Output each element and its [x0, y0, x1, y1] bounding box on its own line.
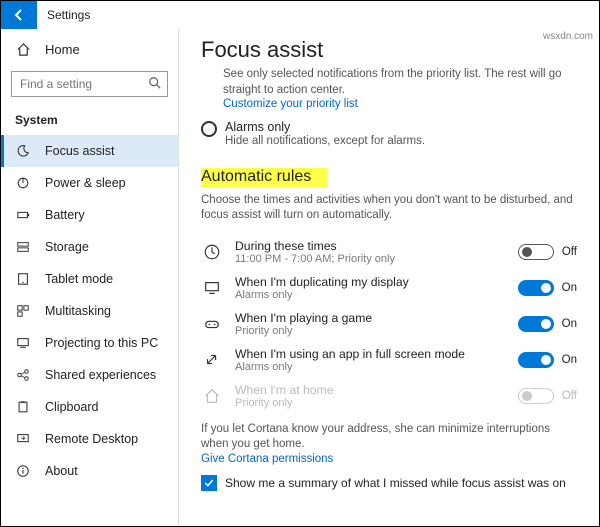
alarms-only-option[interactable]: Alarms only Hide all notifications, exce…: [201, 120, 577, 150]
alarms-only-label: Alarms only: [225, 120, 425, 134]
rule-title: When I'm duplicating my display: [235, 275, 506, 289]
sidebar-item-label: Clipboard: [45, 400, 99, 414]
gamepad-icon: [201, 315, 223, 333]
rule-duplicating-display[interactable]: When I'm duplicating my displayAlarms on…: [201, 270, 577, 306]
sidebar-item-power-sleep[interactable]: Power & sleep: [1, 167, 178, 199]
rule-fullscreen-app[interactable]: When I'm using an app in full screen mod…: [201, 342, 577, 378]
cortana-permissions-link[interactable]: Give Cortana permissions: [201, 453, 577, 465]
rule-sub: Alarms only: [235, 361, 506, 373]
check-icon: [203, 477, 215, 489]
sidebar-home-label: Home: [45, 42, 80, 57]
rule-title: When I'm at home: [235, 383, 506, 397]
automatic-rules-desc: Choose the times and activities when you…: [201, 193, 577, 224]
watermark: wsxdn.com: [543, 31, 593, 42]
rule-at-home: When I'm at homePriority only Off: [201, 378, 577, 414]
moon-icon: [15, 143, 31, 159]
automatic-rules-heading: Automatic rules: [201, 168, 327, 187]
sidebar-item-projecting[interactable]: Projecting to this PC: [1, 327, 178, 359]
rule-title: During these times: [235, 239, 506, 253]
sidebar-item-battery[interactable]: Battery: [1, 199, 178, 231]
fullscreen-icon: [201, 351, 223, 369]
sidebar-item-remote-desktop[interactable]: Remote Desktop: [1, 423, 178, 455]
sidebar-item-focus-assist[interactable]: Focus assist: [1, 135, 178, 167]
rule-sub: 11:00 PM - 7:00 AM; Priority only: [235, 253, 506, 265]
search-input[interactable]: [11, 71, 168, 97]
sidebar-item-label: Power & sleep: [45, 176, 126, 190]
sidebar-item-tablet-mode[interactable]: Tablet mode: [1, 263, 178, 295]
rule-sub: Priority only: [235, 397, 506, 409]
search-icon: [148, 76, 162, 90]
rule-playing-game[interactable]: When I'm playing a gamePriority only On: [201, 306, 577, 342]
rule-toggle: [518, 388, 554, 404]
sidebar-item-label: Tablet mode: [45, 272, 113, 286]
sidebar-item-label: Multitasking: [45, 304, 111, 318]
rule-sub: Priority only: [235, 325, 506, 337]
summary-checkbox-label: Show me a summary of what I missed while…: [225, 476, 566, 490]
sidebar-item-label: Focus assist: [45, 144, 114, 158]
radio-icon: [201, 121, 217, 137]
rule-sub: Alarms only: [235, 289, 506, 301]
sidebar-item-shared-experiences[interactable]: Shared experiences: [1, 359, 178, 391]
sidebar-item-label: Projecting to this PC: [45, 336, 158, 350]
projecting-icon: [15, 335, 31, 351]
toggle-state: Off: [562, 390, 577, 402]
rule-toggle[interactable]: [518, 280, 554, 296]
sidebar-item-about[interactable]: About: [1, 455, 178, 487]
back-button[interactable]: [1, 1, 37, 29]
remote-icon: [15, 431, 31, 447]
tablet-icon: [15, 271, 31, 287]
sidebar-section-label: System: [1, 107, 178, 135]
storage-icon: [15, 239, 31, 255]
toggle-state: On: [562, 354, 577, 366]
monitor-icon: [201, 279, 223, 297]
customize-priority-link[interactable]: Customize your priority list: [223, 98, 577, 110]
sidebar-home[interactable]: Home: [1, 35, 178, 63]
multitasking-icon: [15, 303, 31, 319]
toggle-state: Off: [562, 246, 577, 258]
rule-toggle[interactable]: [518, 244, 554, 260]
main-panel: wsxdn.com Focus assist See only selected…: [179, 29, 599, 526]
rule-title: When I'm using an app in full screen mod…: [235, 347, 506, 361]
toggle-state: On: [562, 318, 577, 330]
clipboard-icon: [15, 399, 31, 415]
share-icon: [15, 367, 31, 383]
info-icon: [15, 463, 31, 479]
sidebar-item-label: Storage: [45, 240, 89, 254]
arrow-left-icon: [11, 7, 27, 23]
sidebar-item-storage[interactable]: Storage: [1, 231, 178, 263]
sidebar-item-clipboard[interactable]: Clipboard: [1, 391, 178, 423]
home-icon: [15, 41, 31, 57]
sidebar-item-label: Remote Desktop: [45, 432, 138, 446]
power-icon: [15, 175, 31, 191]
sidebar-item-label: About: [45, 464, 78, 478]
page-title: Focus assist: [201, 37, 577, 63]
clock-icon: [201, 243, 223, 261]
rule-during-times[interactable]: During these times11:00 PM - 7:00 AM; Pr…: [201, 234, 577, 270]
toggle-state: On: [562, 282, 577, 294]
sidebar-item-label: Shared experiences: [45, 368, 156, 382]
sidebar: Home System Focus assist Power & sleep B…: [1, 29, 179, 526]
summary-checkbox[interactable]: [201, 475, 217, 491]
cortana-note: If you let Cortana know your address, sh…: [201, 422, 577, 453]
alarms-only-desc: Hide all notifications, except for alarm…: [225, 134, 425, 150]
rule-toggle[interactable]: [518, 352, 554, 368]
home-icon: [201, 387, 223, 405]
priority-description: See only selected notifications from the…: [223, 67, 577, 98]
rule-title: When I'm playing a game: [235, 311, 506, 325]
sidebar-item-label: Battery: [45, 208, 85, 222]
battery-icon: [15, 207, 31, 223]
window-title: Settings: [37, 8, 90, 22]
sidebar-item-multitasking[interactable]: Multitasking: [1, 295, 178, 327]
rule-toggle[interactable]: [518, 316, 554, 332]
